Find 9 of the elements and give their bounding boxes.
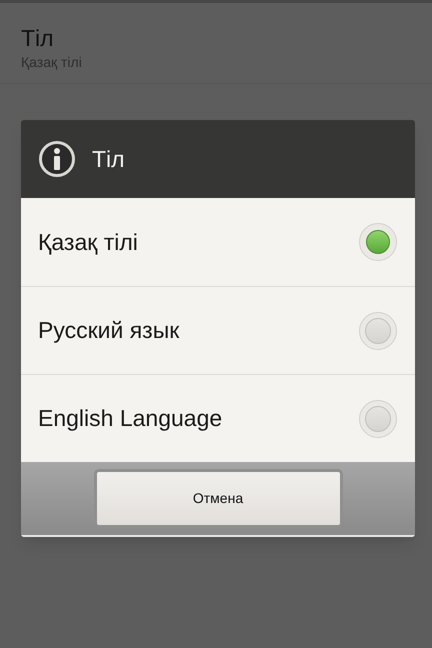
radio-button[interactable] <box>359 223 397 261</box>
language-option[interactable]: Қазақ тілі <box>21 198 415 286</box>
radio-button[interactable] <box>359 312 397 350</box>
language-option[interactable]: Русский язык <box>21 286 415 374</box>
dialog-title: Тіл <box>92 144 125 174</box>
info-icon <box>38 140 76 178</box>
radio-button[interactable] <box>359 400 397 438</box>
setting-title: Тіл <box>21 24 55 53</box>
cancel-button[interactable]: Отмена <box>94 469 342 528</box>
